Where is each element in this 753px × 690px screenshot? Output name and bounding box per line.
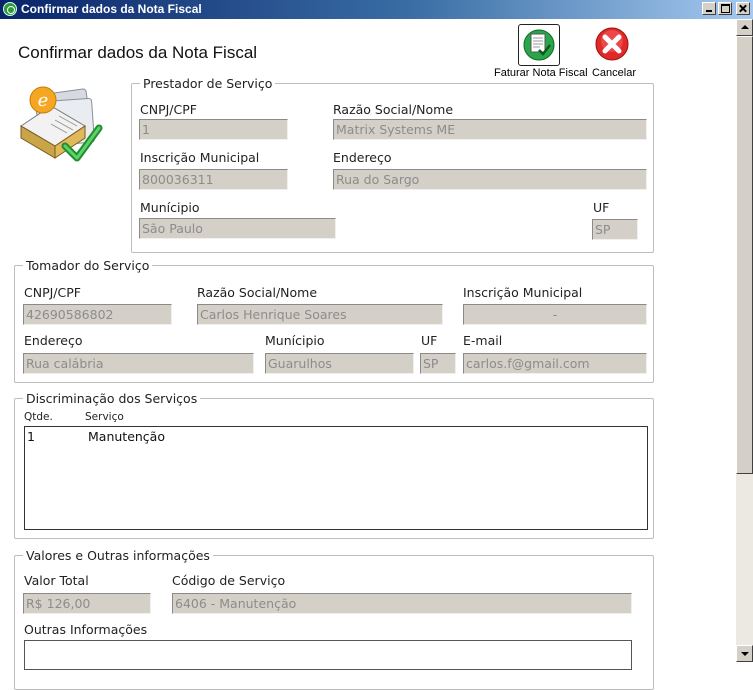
valores-legend: Valores e Outras informações (26, 548, 210, 563)
codigo-servico-field[interactable]: 6406 - Manutenção (172, 593, 632, 614)
title-bar: Confirmar dados da Nota Fiscal (0, 0, 753, 19)
prestador-municipio-field[interactable]: São Paulo (139, 218, 336, 239)
prestador-razao-label: Razão Social/Nome (333, 102, 454, 117)
svg-text:e: e (38, 90, 49, 111)
tomador-cnpj-field[interactable]: 42690586802 (23, 304, 172, 325)
cancel-icon (594, 26, 630, 62)
tomador-inscricao-field[interactable]: - (463, 304, 647, 325)
tomador-razao-field[interactable]: Carlos Henrique Soares (197, 304, 443, 325)
codigo-servico-label: Código de Serviço (172, 573, 286, 588)
servicos-legend: Discriminação dos Serviços (26, 391, 198, 406)
minimize-button[interactable] (702, 2, 716, 15)
valor-total-field[interactable]: R$ 126,00 (23, 593, 151, 614)
tomador-legend: Tomador do Serviço (26, 258, 150, 273)
prestador-inscricao-label: Inscrição Municipal (140, 150, 260, 165)
column-header-qtde: Qtde. (24, 411, 53, 423)
maximize-button[interactable] (718, 2, 732, 15)
tomador-uf-field[interactable]: SP (420, 353, 456, 374)
tomador-endereco-label: Endereço (24, 333, 83, 348)
tomador-cnpj-label: CNPJ/CPF (24, 285, 81, 300)
tomador-email-label: E-mail (463, 333, 503, 348)
invoice-icon (518, 24, 560, 66)
tomador-municipio-field[interactable]: Guarulhos (265, 353, 414, 374)
list-item-qtde[interactable]: 1 (27, 429, 35, 444)
email-invoice-icon: e (15, 82, 105, 168)
servicos-list[interactable]: 1 Manutenção (24, 426, 648, 530)
prestador-uf-field[interactable]: SP (592, 219, 638, 240)
tomador-email-field[interactable]: carlos.f@gmail.com (463, 353, 647, 374)
prestador-cnpj-field[interactable]: 1 (139, 119, 288, 140)
prestador-razao-field[interactable]: Matrix Systems ME (333, 119, 647, 140)
faturar-nota-fiscal-button[interactable]: Faturar Nota Fiscal (494, 24, 588, 80)
valor-total-label: Valor Total (24, 573, 89, 588)
prestador-endereco-field[interactable]: Rua do Sargo (333, 169, 647, 190)
tomador-endereco-field[interactable]: Rua calábria (23, 353, 254, 374)
tomador-razao-label: Razão Social/Nome (197, 285, 318, 300)
scroll-up-button[interactable] (736, 19, 753, 36)
vertical-scrollbar[interactable] (736, 19, 753, 662)
app-icon (3, 2, 17, 16)
close-button[interactable] (736, 2, 750, 15)
prestador-legend: Prestador de Serviço (143, 76, 273, 91)
prestador-endereco-label: Endereço (333, 150, 392, 165)
list-item-servico[interactable]: Manutenção (88, 429, 165, 444)
column-header-servico: Serviço (85, 411, 124, 423)
outras-informacoes-label: Outras Informações (24, 622, 148, 637)
prestador-cnpj-label: CNPJ/CPF (140, 102, 197, 117)
prestador-municipio-label: Munícipio (140, 200, 200, 215)
prestador-inscricao-field[interactable]: 800036311 (139, 169, 288, 190)
tomador-inscricao-label: Inscrição Municipal (463, 285, 583, 300)
page-title: Confirmar dados da Nota Fiscal (18, 43, 258, 62)
outras-informacoes-field[interactable] (24, 640, 632, 670)
prestador-uf-label: UF (593, 200, 610, 215)
cancel-button[interactable]: Cancelar (590, 24, 638, 80)
tomador-municipio-label: Munícipio (265, 333, 325, 348)
scroll-down-button[interactable] (736, 645, 753, 662)
tomador-uf-label: UF (421, 333, 438, 348)
scroll-thumb[interactable] (736, 36, 753, 474)
window-title: Confirmar dados da Nota Fiscal (21, 2, 202, 16)
